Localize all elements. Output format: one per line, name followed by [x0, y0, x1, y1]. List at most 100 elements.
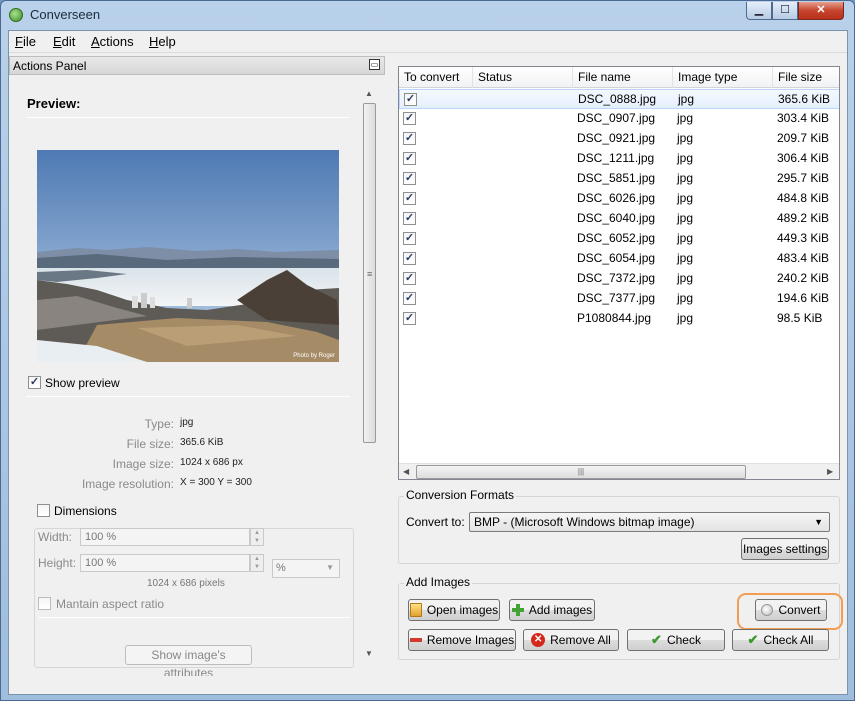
height-input[interactable]: 100 %	[80, 554, 250, 572]
scroll-down-icon[interactable]: ▼	[365, 649, 373, 658]
column-image-type[interactable]: Image type	[673, 67, 773, 88]
row-status	[473, 229, 477, 249]
table-row[interactable]: ✓ DSC_0921.jpg jpg 209.7 KiB	[399, 129, 839, 149]
close-button[interactable]: ✕	[798, 2, 844, 20]
file-size-value: 365.6 KiB	[180, 437, 224, 448]
row-checkbox[interactable]: ✓	[403, 112, 416, 125]
chevron-down-icon: ▼	[814, 517, 823, 527]
format-select[interactable]: BMP - (Microsoft Windows bitmap image) ▼	[469, 512, 830, 532]
open-images-button[interactable]: Open images	[408, 599, 500, 621]
add-images-title: Add Images	[404, 575, 473, 589]
row-checkbox[interactable]: ✓	[403, 172, 416, 185]
menu-actions[interactable]: Actions	[91, 34, 134, 49]
image-size-value: 1024 x 686 px	[180, 457, 243, 468]
row-checkbox[interactable]: ✓	[403, 152, 416, 165]
maximize-button[interactable]: ☐	[772, 2, 798, 20]
row-image-type: jpg	[677, 191, 694, 205]
row-file-name: DSC_0888.jpg	[578, 92, 657, 106]
table-row[interactable]: ✓ DSC_5851.jpg jpg 295.7 KiB	[399, 169, 839, 189]
add-images-button[interactable]: Add images	[509, 599, 595, 621]
actions-panel-scrollbar[interactable]: ▲ ≡ ▼	[362, 85, 377, 662]
row-checkbox[interactable]: ✓	[403, 132, 416, 145]
height-spinner[interactable]: ▲ ▼	[250, 554, 264, 572]
row-file-size: 295.7 KiB	[777, 171, 830, 185]
dimensions-checkbox[interactable]	[37, 504, 50, 517]
table-row[interactable]: ✓ DSC_6040.jpg jpg 489.2 KiB	[399, 209, 839, 229]
check-button[interactable]: ✔ Check	[627, 629, 725, 651]
client-area: File Edit Actions Help Actions Panel ▭ P…	[8, 30, 848, 695]
row-file-name: DSC_6054.jpg	[577, 251, 656, 265]
check-all-button[interactable]: ✔ Check All	[732, 629, 829, 651]
table-row[interactable]: ✓ DSC_6054.jpg jpg 483.4 KiB	[399, 249, 839, 269]
remove-images-button[interactable]: Remove Images	[408, 629, 516, 651]
row-file-name: DSC_7377.jpg	[577, 291, 656, 305]
table-row[interactable]: ✓ DSC_6052.jpg jpg 449.3 KiB	[399, 229, 839, 249]
row-checkbox[interactable]: ✓	[403, 232, 416, 245]
hscroll-thumb[interactable]: |||	[416, 465, 746, 479]
row-checkbox[interactable]: ✓	[403, 292, 416, 305]
table-row[interactable]: ✓ P1080844.jpg jpg 98.5 KiB	[399, 309, 839, 329]
table-hscrollbar[interactable]: ◀ ||| ▶	[399, 463, 839, 479]
row-status	[473, 189, 477, 209]
row-file-size: 489.2 KiB	[777, 211, 830, 225]
menu-help[interactable]: Help	[149, 34, 176, 49]
app-icon	[9, 8, 23, 22]
row-image-type: jpg	[677, 291, 694, 305]
row-file-name: P1080844.jpg	[577, 311, 652, 325]
table-row[interactable]: ✓ DSC_0907.jpg jpg 303.4 KiB	[399, 109, 839, 129]
row-checkbox[interactable]: ✓	[403, 252, 416, 265]
table-row[interactable]: ✓ DSC_1211.jpg jpg 306.4 KiB	[399, 149, 839, 169]
row-image-type: jpg	[677, 271, 694, 285]
row-file-size: 484.8 KiB	[777, 191, 830, 205]
image-resolution-label: Image resolution:	[81, 477, 174, 491]
row-checkbox[interactable]: ✓	[403, 272, 416, 285]
row-file-size: 194.6 KiB	[777, 291, 830, 305]
width-spinner[interactable]: ▲ ▼	[250, 528, 264, 546]
remove-all-label: Remove All	[550, 633, 611, 647]
show-attributes-button[interactable]: Show image's attributes	[125, 645, 252, 680]
open-images-label: Open images	[426, 603, 499, 617]
width-input[interactable]: 100 %	[80, 528, 250, 546]
row-file-size: 306.4 KiB	[777, 151, 830, 165]
plus-icon	[511, 603, 524, 616]
row-file-name: DSC_1211.jpg	[577, 151, 655, 165]
chevron-down-icon: ▼	[326, 563, 334, 572]
aspect-ratio-label: Mantain aspect ratio	[56, 597, 165, 611]
scroll-up-icon[interactable]: ▲	[365, 89, 373, 98]
menu-file[interactable]: File	[15, 34, 36, 49]
row-checkbox[interactable]: ✓	[403, 212, 416, 225]
check-icon: ✔	[747, 631, 759, 647]
column-file-name[interactable]: File name	[573, 67, 673, 88]
row-image-type: jpg	[677, 131, 694, 145]
minimize-button[interactable]: ▁	[746, 2, 772, 20]
table-row[interactable]: ✓ DSC_7377.jpg jpg 194.6 KiB	[399, 289, 839, 309]
scroll-left-icon[interactable]: ◀	[403, 467, 409, 476]
column-status[interactable]: Status	[473, 67, 573, 88]
show-preview-checkbox[interactable]: ✓	[28, 376, 41, 389]
images-settings-button[interactable]: Images settings	[741, 538, 829, 560]
row-checkbox[interactable]: ✓	[404, 93, 417, 106]
row-image-type: jpg	[677, 231, 694, 245]
row-checkbox[interactable]: ✓	[403, 312, 416, 325]
menu-edit[interactable]: Edit	[53, 34, 75, 49]
row-checkbox[interactable]: ✓	[403, 192, 416, 205]
unit-select[interactable]: % ▼	[272, 559, 340, 578]
aspect-ratio-checkbox[interactable]	[38, 597, 51, 610]
row-status	[473, 149, 477, 169]
height-label: Height:	[38, 556, 77, 570]
actions-panel-header: Actions Panel ▭	[9, 56, 385, 75]
remove-all-icon: ✕	[531, 632, 546, 647]
scroll-thumb[interactable]: ≡	[363, 103, 376, 443]
float-panel-icon[interactable]: ▭	[369, 59, 380, 70]
column-file-size[interactable]: File size	[773, 67, 839, 88]
divider	[26, 396, 350, 397]
table-row[interactable]: ✓ DSC_6026.jpg jpg 484.8 KiB	[399, 189, 839, 209]
minus-icon	[409, 637, 422, 642]
table-row[interactable]: ✓ DSC_0888.jpg jpg 365.6 KiB	[399, 89, 839, 109]
remove-all-button[interactable]: ✕ Remove All	[523, 629, 619, 651]
scroll-right-icon[interactable]: ▶	[827, 467, 833, 476]
row-status	[473, 169, 477, 189]
column-to-convert[interactable]: To convert	[399, 67, 473, 88]
folder-icon	[409, 602, 422, 617]
table-row[interactable]: ✓ DSC_7372.jpg jpg 240.2 KiB	[399, 269, 839, 289]
